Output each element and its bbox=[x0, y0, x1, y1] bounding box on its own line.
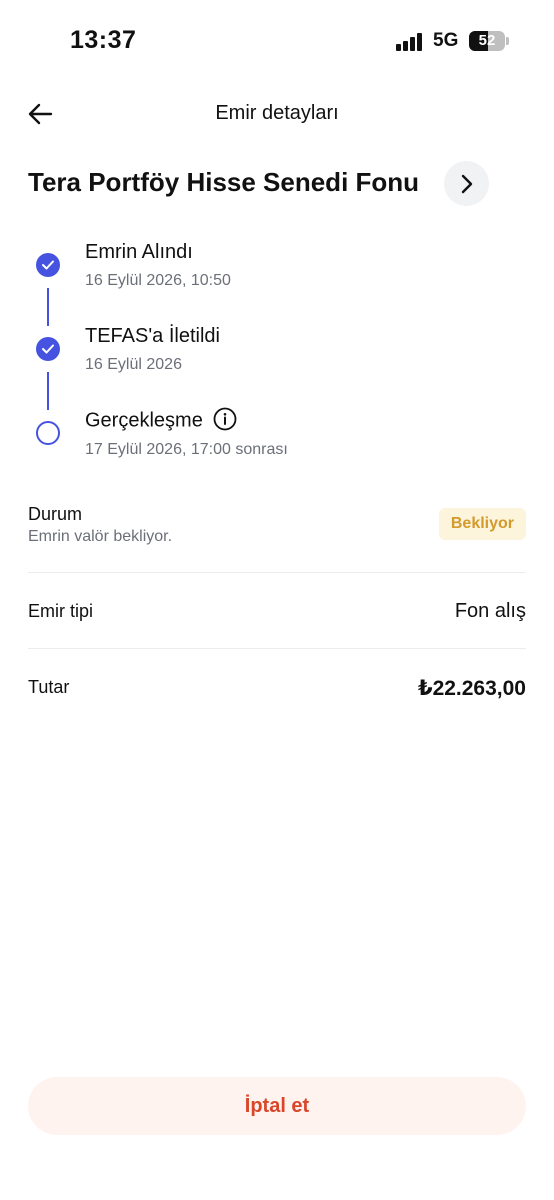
check-icon bbox=[42, 344, 54, 354]
status-label: Durum bbox=[28, 504, 83, 524]
timeline-step-title: TEFAS'a İletildi bbox=[85, 325, 220, 347]
timeline-step-title: Gerçekleşme bbox=[85, 409, 203, 432]
chevron-right-icon bbox=[461, 174, 472, 193]
status-badge: Bekliyor bbox=[438, 508, 526, 540]
timeline-step-date: 16 Eylül 2026 bbox=[85, 356, 182, 373]
status-description: Emrin valör bekliyor. bbox=[28, 528, 173, 545]
timeline-connector bbox=[47, 372, 49, 410]
order-type-value: Fon alış bbox=[454, 600, 526, 622]
fund-detail-button[interactable] bbox=[444, 161, 489, 206]
timeline-step-title: Emrin Alındı bbox=[85, 241, 193, 263]
divider bbox=[28, 648, 526, 649]
status-time: 13:37 bbox=[70, 26, 137, 54]
signal-strength-icon bbox=[396, 33, 426, 51]
order-type-label: Emir tipi bbox=[28, 601, 94, 621]
battery-tip bbox=[506, 37, 509, 45]
cancel-order-button[interactable]: İptal et bbox=[28, 1077, 526, 1135]
timeline-step-date: 16 Eylül 2026, 10:50 bbox=[85, 272, 231, 289]
info-icon[interactable] bbox=[213, 407, 237, 431]
order-detail-screen: 13:37 5G 52 Emir detayları Tera Portföy … bbox=[0, 0, 554, 1200]
amount-value: ₺22.263,00 bbox=[417, 677, 526, 700]
battery-level: 52 bbox=[478, 32, 496, 49]
battery-icon: 52 bbox=[469, 31, 505, 51]
divider bbox=[28, 572, 526, 573]
step-done-marker bbox=[36, 337, 60, 361]
timeline-step-date: 17 Eylül 2026, 17:00 sonrası bbox=[85, 441, 288, 458]
network-type: 5G bbox=[433, 30, 459, 51]
timeline-connector bbox=[47, 288, 49, 326]
page-title: Emir detayları bbox=[215, 102, 339, 124]
check-icon bbox=[42, 260, 54, 270]
step-pending-marker bbox=[36, 421, 60, 445]
step-done-marker bbox=[36, 253, 60, 277]
fund-name: Tera Portföy Hisse Senedi Fonu bbox=[28, 167, 420, 197]
timeline-step-title-row: Gerçekleşme bbox=[85, 407, 237, 433]
amount-label: Tutar bbox=[28, 677, 70, 697]
status-bar: 13:37 5G 52 bbox=[0, 0, 554, 80]
